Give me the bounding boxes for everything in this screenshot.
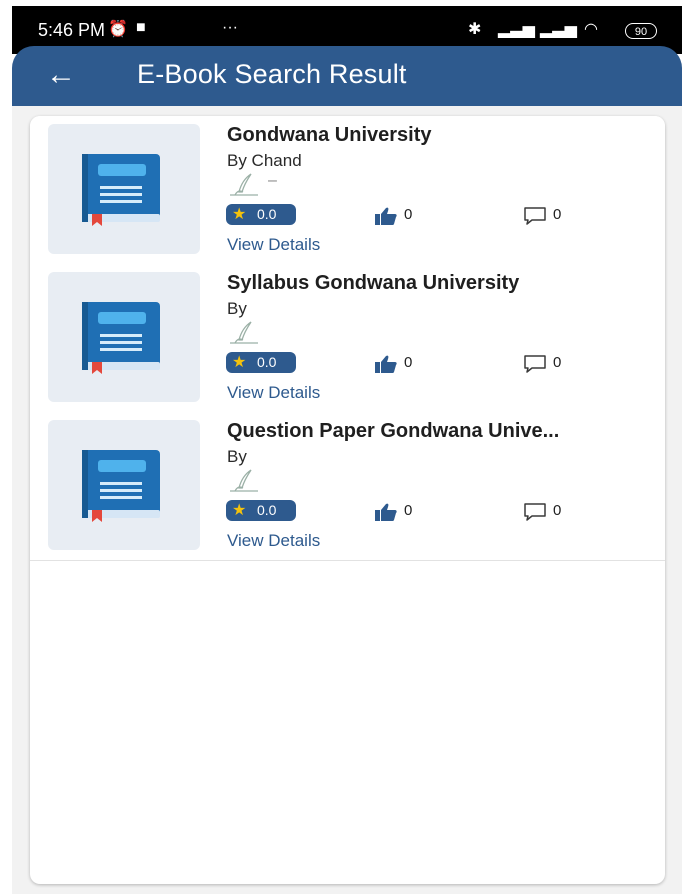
book-title: Question Paper Gondwana Unive... [227, 420, 560, 442]
status-time: 5:46 PM [38, 20, 106, 40]
rating-value: 0.0 [257, 206, 277, 222]
result-card[interactable]: Question Paper Gondwana Unive... By ★ 0.… [30, 412, 665, 561]
view-details-link[interactable]: View Details [227, 383, 320, 403]
book-author: By Chand [227, 151, 302, 170]
signal-icon-2: ▂▃▅ [540, 21, 577, 38]
book-cover[interactable] [48, 272, 200, 402]
like-count: 0 [404, 502, 413, 519]
more-notifications-icon: ··· [222, 19, 238, 36]
bluetooth-icon: ✱ [468, 21, 482, 38]
quill-icon [230, 321, 258, 344]
comment-icon [524, 503, 546, 521]
thumbs-up-icon [375, 355, 397, 373]
comment-count: 0 [553, 206, 562, 223]
book-author: By [227, 299, 247, 318]
like-count: 0 [404, 354, 413, 371]
book-icon [82, 154, 160, 226]
book-title: Gondwana University [227, 124, 432, 146]
book-author: By [227, 447, 247, 466]
comment-icon [524, 355, 546, 373]
rating-value: 0.0 [257, 354, 277, 370]
arrow-left-icon[interactable]: ← [46, 58, 82, 94]
comment-count: 0 [553, 502, 562, 519]
book-title: Syllabus Gondwana University [227, 272, 520, 294]
book-cover[interactable] [48, 420, 200, 550]
book-icon [82, 450, 160, 522]
comment-count: 0 [553, 354, 562, 371]
results-list: Gondwana University By Chand – ★ 0.0 0 0… [30, 116, 665, 884]
like-count: 0 [404, 206, 413, 223]
rating-badge[interactable]: ★ 0.0 [226, 204, 296, 225]
wifi-icon: ◠ [584, 21, 598, 38]
view-details-link[interactable]: View Details [227, 235, 320, 255]
result-card[interactable]: Gondwana University By Chand – ★ 0.0 0 0… [30, 116, 665, 265]
thumbs-up-icon [375, 207, 397, 225]
app-bar: ← E-Book Search Result [12, 46, 682, 106]
result-card[interactable]: Syllabus Gondwana University By ★ 0.0 0 … [30, 264, 665, 413]
comment-icon [524, 207, 546, 225]
page-title: E-Book Search Result [137, 59, 407, 89]
rating-badge[interactable]: ★ 0.0 [226, 500, 296, 521]
quill-icon [230, 469, 258, 492]
results-area[interactable]: Gondwana University By Chand – ★ 0.0 0 0… [12, 106, 682, 894]
battery-icon: 90 [625, 23, 657, 39]
star-icon: ★ [232, 354, 247, 371]
quill-icon [230, 173, 258, 196]
thumbs-up-icon [375, 503, 397, 521]
book-publisher: – [268, 172, 277, 189]
book-cover[interactable] [48, 124, 200, 254]
star-icon: ★ [232, 206, 247, 223]
star-icon: ★ [232, 502, 247, 519]
alarm-icon: ⏰ [108, 21, 128, 38]
book-icon [82, 302, 160, 374]
view-details-link[interactable]: View Details [227, 531, 320, 551]
rating-badge[interactable]: ★ 0.0 [226, 352, 296, 373]
signal-icon: ▂▃▅ [498, 21, 535, 38]
notification-icon: ■ [136, 19, 146, 36]
rating-value: 0.0 [257, 502, 277, 518]
